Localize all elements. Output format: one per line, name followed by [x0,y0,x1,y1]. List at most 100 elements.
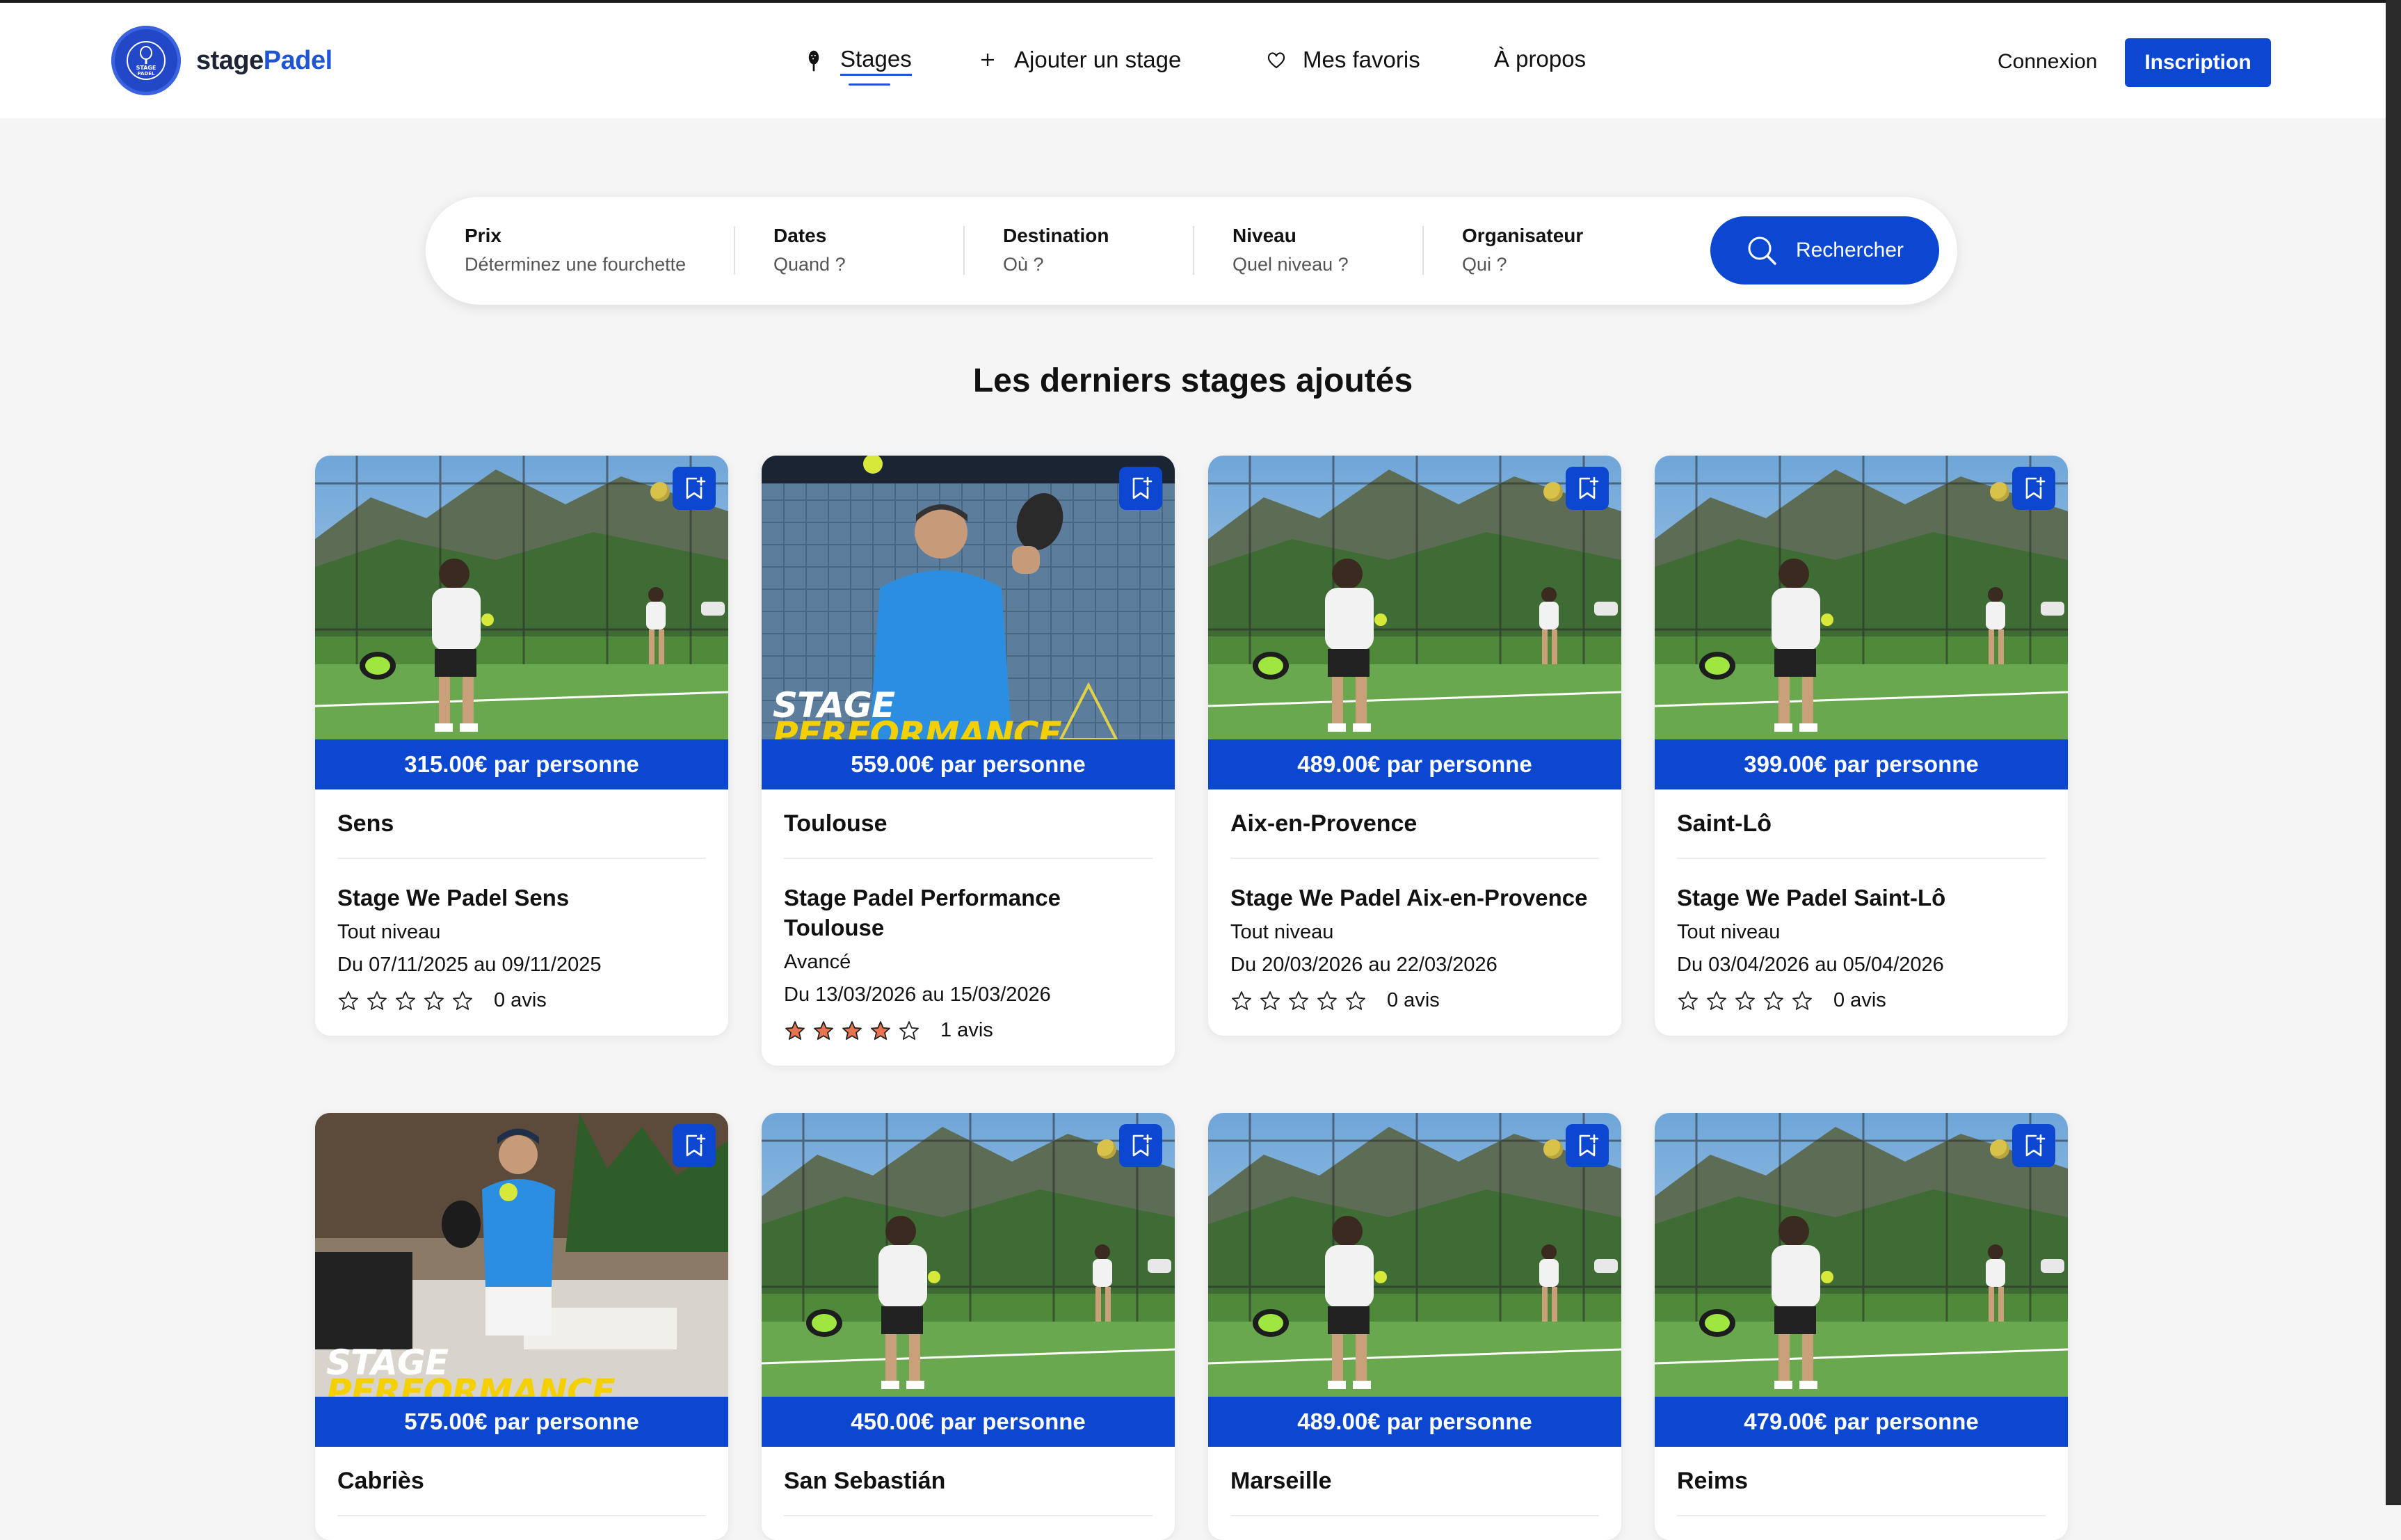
section-title: Les derniers stages ajoutés [972,362,1413,399]
card-image[interactable] [1655,1113,2068,1397]
bookmark-add-button[interactable] [1566,467,1609,510]
brand-part-1: stage [196,45,264,75]
bookmark-add-button[interactable] [1566,1124,1609,1167]
search-field-title: Destination [1003,225,1109,246]
nav-about[interactable]: À propos [1494,46,1586,72]
bookmark-add-button[interactable] [2012,467,2055,510]
svg-text:PADEL: PADEL [138,71,155,77]
star-icon [337,990,360,1012]
window-scrollbar[interactable] [2386,0,2401,1505]
search-field-organizer[interactable]: Organisateur Qui ? [1462,225,1583,275]
bookmark-plus-icon [686,1134,706,1157]
card-image[interactable] [762,1113,1175,1397]
card-dates: Du 03/04/2026 au 05/04/2026 [1677,954,1944,976]
nav-favorites-label: Mes favoris [1303,47,1420,72]
search-field-dates[interactable]: Dates Quand ? [773,225,846,275]
ball-decoration [650,482,670,502]
nav-favorites[interactable]: Mes favoris [1262,46,1420,74]
bookmark-add-button[interactable] [673,1124,716,1167]
card-city: Aix-en-Provence [1230,789,1599,859]
stage-card[interactable]: 450.00€ par personne San Sebastián [762,1113,1175,1540]
card-price: 489.00€ par personne [1208,739,1621,789]
heart-icon [1262,46,1290,74]
search-field-title: Organisateur [1462,225,1584,246]
search-button[interactable]: Rechercher [1710,216,1939,284]
rating-stars [337,990,480,1012]
search-field-title: Prix [465,225,501,246]
search-field-level[interactable]: Niveau Quel niveau ? [1232,225,1349,275]
card-image[interactable] [1208,1113,1621,1397]
card-price: 489.00€ par personne [1208,1397,1621,1447]
bookmark-plus-icon [2025,476,2046,499]
search-divider [963,226,965,275]
star-icon [784,1020,806,1042]
bookmark-add-button[interactable] [1119,1124,1162,1167]
card-title: Stage We Padel Saint-Lô [1677,885,1946,911]
plus-icon [974,46,1002,74]
card-body: Saint-Lô Stage We Padel Saint-Lô Tout ni… [1655,789,2068,1036]
stage-card[interactable]: STAGE PERFORMANCE 575.00€ par personne C… [315,1113,728,1540]
card-body: Reims [1655,1447,2068,1540]
stage-card[interactable]: 489.00€ par personne Marseille [1208,1113,1621,1540]
card-level: Tout niveau [1677,921,1781,943]
card-title: Stage We Padel Sens [337,885,570,911]
card-price: 559.00€ par personne [762,739,1175,789]
star-icon [1316,990,1338,1012]
bookmark-add-button[interactable] [1119,467,1162,510]
card-price: 450.00€ par personne [762,1397,1175,1447]
card-city: Reims [1677,1447,2046,1516]
search-field-placeholder: Quel niveau ? [1232,254,1349,275]
nav-stages[interactable]: Stages [800,46,912,76]
nav-add-stage-label: Ajouter un stage [1014,47,1182,72]
card-city: San Sebastián [784,1447,1153,1516]
bookmark-add-button[interactable] [2012,1124,2055,1167]
svg-text:STAGE: STAGE [136,65,156,71]
star-icon [812,1020,835,1042]
ball-decoration [1097,1139,1116,1159]
card-image[interactable] [1208,456,1621,739]
stage-card[interactable]: 315.00€ par personne Sens Stage We Padel… [315,456,728,1036]
card-image[interactable]: STAGE PERFORMANCE [315,1113,728,1397]
logo-racket-icon: STAGE PADEL [127,41,166,80]
search-icon [1748,236,1776,265]
card-rating: 0 avis [1230,989,1599,1012]
card-body: Sens Stage We Padel Sens Tout niveau Du … [315,789,728,1036]
search-field-title: Dates [773,225,827,246]
stage-card[interactable]: 399.00€ par personne Saint-Lô Stage We P… [1655,456,2068,1036]
star-icon [869,1020,892,1042]
card-image[interactable] [1655,456,2068,739]
nav-add-stage[interactable]: Ajouter un stage [974,46,1181,74]
rating-stars [784,1020,926,1042]
card-title: Stage Padel Performance Toulouse [784,885,1061,940]
card-price: 575.00€ par personne [315,1397,728,1447]
star-icon [841,1020,863,1042]
card-body: San Sebastián [762,1447,1175,1540]
star-icon [898,1020,920,1042]
ball-decoration [1990,482,2009,502]
stage-card[interactable]: 479.00€ par personne Reims [1655,1113,2068,1540]
card-body: Marseille [1208,1447,1621,1540]
star-icon [451,990,474,1012]
bookmark-add-button[interactable] [673,467,716,510]
card-city: Sens [337,789,706,859]
search-field-destination[interactable]: Destination Où ? [1003,225,1109,275]
card-price: 399.00€ par personne [1655,739,2068,789]
card-image[interactable]: STAGE PERFORMANCE [762,456,1175,739]
review-count: 0 avis [494,989,547,1011]
bookmark-plus-icon [1579,476,1599,499]
search-divider [1193,226,1194,275]
card-price: 315.00€ par personne [315,739,728,789]
search-divider [734,226,735,275]
stage-card[interactable]: 489.00€ par personne Aix-en-Provence Sta… [1208,456,1621,1036]
card-image[interactable] [315,456,728,739]
search-field-price[interactable]: Prix Déterminez une fourchette [465,225,686,275]
signup-button[interactable]: Inscription [2125,38,2271,87]
stage-card[interactable]: STAGE PERFORMANCE 559.00€ par personne T… [762,456,1175,1066]
logo[interactable]: STAGE PADEL stagePadel [111,26,332,95]
card-title: Stage We Padel Aix-en-Provence [1230,885,1588,911]
card-rating: 0 avis [1677,989,2046,1012]
card-dates: Du 07/11/2025 au 09/11/2025 [337,954,602,976]
review-count: 0 avis [1387,989,1440,1011]
ball-decoration [1543,1139,1563,1159]
login-link[interactable]: Connexion [1998,50,2097,74]
